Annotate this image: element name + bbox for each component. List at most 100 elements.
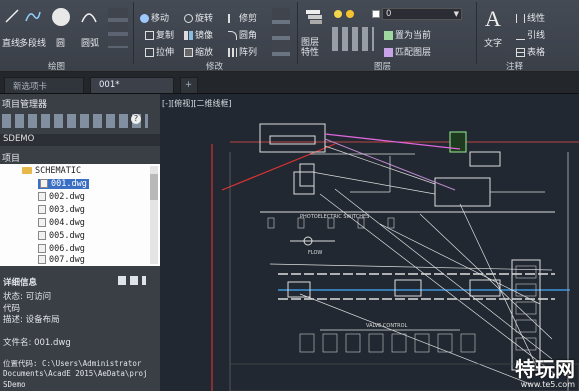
details-project: SDemo [3, 380, 26, 389]
trim-button[interactable]: 修剪 [228, 11, 257, 24]
match-layer-button[interactable]: 匹配图层 [384, 45, 431, 58]
watermark-brand: 特玩网 [515, 357, 575, 381]
tree-root[interactable]: SCHEMATIC [22, 166, 81, 176]
mirror-button[interactable]: 镜像 [184, 28, 213, 41]
stretch-button[interactable]: 拉伸 [145, 45, 174, 58]
watermark: 特玩网 www.te5.com [515, 358, 575, 389]
stretch-icon [145, 48, 154, 57]
tree-item-label: 001.dwg [51, 179, 87, 189]
draw-panel-title: 绘图 [48, 62, 66, 72]
array-label: 阵列 [239, 48, 258, 58]
drawing-file-icon [38, 231, 46, 240]
tab-001[interactable]: 001* [90, 77, 174, 93]
tree-item[interactable]: 006.dwg [38, 244, 85, 254]
fillet-label: 圆角 [239, 31, 258, 41]
sun-icon[interactable] [346, 10, 354, 18]
details-path: Documents\AcadE 2015\AeData\proj [3, 369, 148, 378]
details-description: 描述: 设备布局 [3, 315, 60, 325]
drawing-file-icon [38, 255, 46, 264]
annotation-panel-title: 注释 [506, 62, 524, 72]
details-status: 状态: 可访问 [3, 292, 52, 302]
details-filename: 文件名: 001.dwg [3, 338, 71, 348]
tree-item-label: 007.dwg [49, 255, 85, 265]
flow-label: FLOW [308, 250, 322, 256]
tree-item[interactable]: 003.dwg [38, 205, 85, 215]
tree-item[interactable]: 007.dwg [38, 255, 85, 265]
details-location: 位置代码: C:\Users\Administrator [3, 359, 142, 368]
tab-new[interactable]: 新选项卡 [4, 77, 84, 93]
details-toggle-icons[interactable] [118, 276, 146, 285]
move-button[interactable]: 移动 [140, 11, 169, 24]
rotate-button[interactable]: 旋转 [184, 11, 213, 24]
project-manager-title: 项目管理器 [2, 100, 48, 110]
project-toolbar[interactable] [2, 114, 148, 128]
layer-properties-button[interactable]: 图层特性 [301, 38, 325, 58]
layers-panel-title: 图层 [374, 62, 392, 72]
set-current-button[interactable]: 置为当前 [384, 28, 431, 41]
layer-tool-icons[interactable] [332, 27, 374, 51]
tree-item[interactable]: 004.dwg [38, 218, 85, 228]
tree-item[interactable]: 005.dwg [38, 231, 85, 241]
file-tabs: 新选项卡 001* + [0, 72, 579, 94]
project-name: SDEMO [3, 134, 35, 144]
match-layer-icon [384, 48, 393, 57]
polyline-button[interactable]: 多段线 [19, 36, 46, 49]
layer-properties-icon[interactable] [304, 6, 324, 26]
stretch-label: 拉伸 [156, 48, 175, 58]
move-icon [140, 14, 149, 23]
arc-button[interactable]: 圆弧 [81, 36, 99, 49]
tree-item-label: 003.dwg [49, 205, 85, 215]
rotate-icon [184, 14, 193, 23]
copy-label: 复制 [156, 31, 175, 41]
linear-label: 线性 [527, 14, 546, 24]
line-button[interactable]: 直线 [2, 36, 20, 49]
drawing-file-icon [40, 179, 48, 188]
move-label: 移动 [151, 14, 170, 24]
tree-item[interactable]: 002.dwg [38, 192, 85, 202]
photoelectric-label: PHOTOELECTRIC SWITCHES [300, 214, 369, 220]
table-label: 表格 [527, 48, 546, 58]
lightbulb-icon[interactable] [334, 10, 342, 18]
linear-button[interactable]: 线性 [516, 11, 545, 24]
leader-button[interactable]: 引线 [516, 28, 545, 41]
array-button[interactable]: 阵列 [228, 45, 257, 58]
arc-icon[interactable] [80, 8, 98, 24]
schematic-drawing: PHOTOELECTRIC SWITCHES FLOW VALVE CONTRO… [211, 123, 579, 391]
trim-label: 修剪 [239, 14, 258, 24]
match-layer-label: 匹配图层 [395, 48, 432, 58]
small-modify-icons[interactable] [272, 8, 290, 56]
circle-button[interactable]: 圆 [56, 36, 65, 49]
scale-icon [184, 48, 193, 57]
text-icon[interactable]: A [485, 6, 501, 32]
tab-add[interactable]: + [180, 77, 198, 93]
small-draw-icons[interactable] [108, 8, 128, 48]
project-selector[interactable]: SDEMO [0, 134, 160, 146]
tree-scrollbar[interactable] [150, 166, 158, 264]
project-section-label: 项目 [2, 154, 21, 164]
rotate-label: 旋转 [195, 14, 214, 24]
table-icon [516, 48, 525, 57]
line-icon[interactable] [4, 8, 20, 24]
layer-dropdown[interactable]: 0 ▼ [382, 8, 462, 20]
scale-button[interactable]: 缩放 [184, 45, 213, 58]
polyline-icon[interactable] [24, 8, 42, 24]
tree-item-label: 005.dwg [49, 231, 85, 241]
tree-item-label: 002.dwg [49, 192, 85, 202]
modify-panel-title: 修改 [206, 62, 224, 72]
layer-color-swatch[interactable] [372, 10, 380, 18]
table-button[interactable]: 表格 [516, 45, 545, 58]
drawing-canvas[interactable]: [-][俯视][二维线框] PHOTOELECTRIC SWITCHES FLO… [160, 94, 579, 391]
mirror-label: 镜像 [195, 31, 214, 41]
copy-button[interactable]: 复制 [145, 28, 174, 41]
drawing-file-icon [38, 192, 46, 201]
tree-root-label: SCHEMATIC [35, 166, 82, 176]
leader-icon [516, 31, 525, 40]
text-button[interactable]: 文字 [484, 36, 502, 49]
fillet-button[interactable]: 圆角 [228, 28, 257, 41]
help-icon[interactable]: ? [131, 114, 141, 124]
tree-item-label: 006.dwg [49, 244, 85, 254]
circle-icon[interactable] [50, 6, 72, 28]
tree-item[interactable]: 001.dwg [38, 179, 89, 189]
ribbon: 直线 多段线 圆 圆弧 绘图 移动 旋转 修剪 复制 镜像 圆角 拉伸 缩放 阵… [0, 0, 579, 72]
details-panel: 详细信息 状态: 可访问 代码 描述: 设备布局 文件名: 001.dwg 位置… [0, 276, 160, 391]
